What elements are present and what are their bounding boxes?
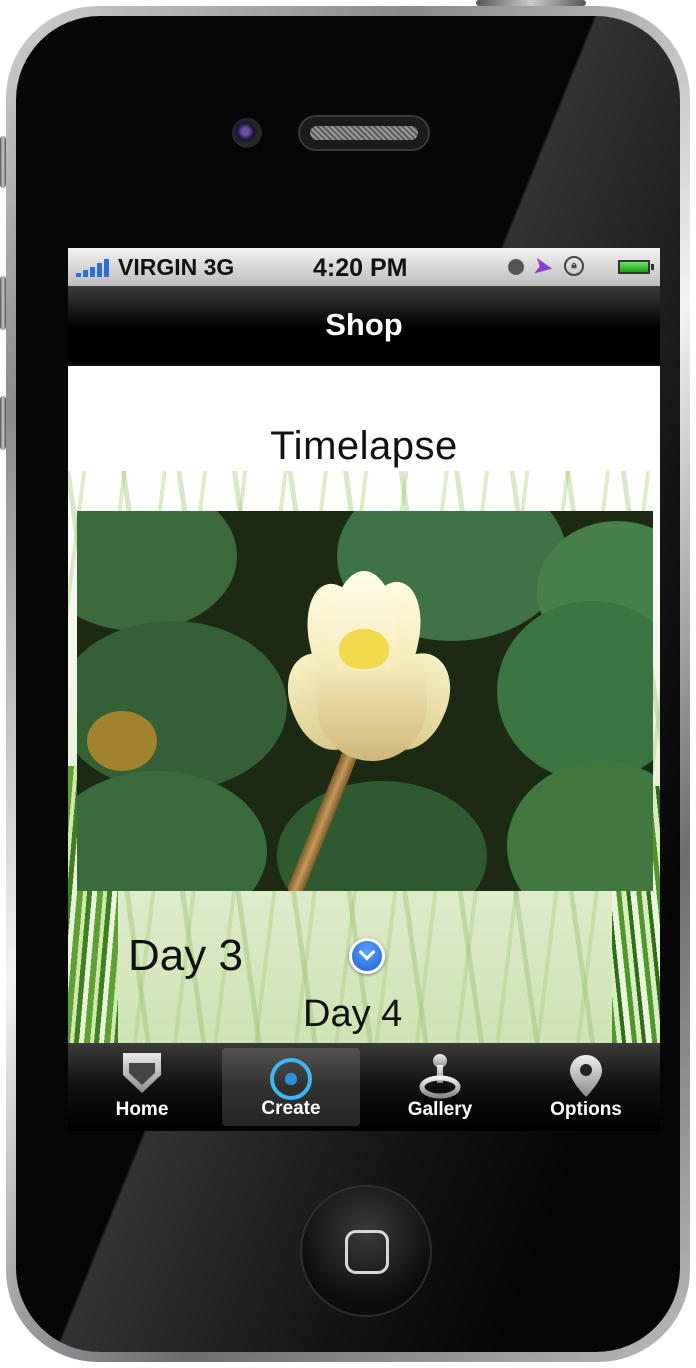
battery-icon [618, 260, 654, 274]
tab-gallery[interactable]: Gallery [366, 1043, 514, 1131]
crosshair-icon [270, 1058, 312, 1100]
status-bar: VIRGIN 3G 4:20 PM ➤ 🔒︎ [68, 248, 660, 286]
chevron-down-icon[interactable] [349, 938, 385, 974]
tab-create[interactable]: Create [222, 1048, 360, 1126]
signal-icon [76, 259, 114, 277]
tab-label: Options [550, 1099, 622, 1120]
joystick-icon [419, 1054, 461, 1099]
navigation-bar: Shop [68, 286, 660, 367]
next-day-option[interactable]: Day 4 [303, 993, 402, 1036]
nav-title: Shop [325, 307, 403, 342]
tab-label: Create [261, 1098, 321, 1119]
lily-pad [77, 771, 267, 891]
front-camera-icon [232, 118, 262, 148]
lily-center [339, 629, 389, 669]
rotation-lock-icon: 🔒︎ [564, 256, 584, 276]
tab-options[interactable]: Options [512, 1043, 660, 1131]
phone-screen: VIRGIN 3G 4:20 PM ➤ 🔒︎ Shop Timelapse Da… [68, 248, 660, 1131]
timelapse-title: Timelapse [270, 424, 458, 468]
tab-label: Gallery [407, 1099, 473, 1120]
status-icons: ➤ 🔒︎ [504, 253, 654, 280]
lily-pad [497, 601, 653, 781]
tab-label: Home [115, 1099, 169, 1120]
volume-up-button [0, 276, 6, 330]
tab-home[interactable]: Home [68, 1043, 216, 1131]
status-time: 4:20 PM [313, 254, 408, 282]
current-day-label: Day 3 [128, 931, 243, 980]
timelapse-view: Timelapse Day 3 Day 4 [68, 366, 660, 1043]
shield-icon [123, 1053, 161, 1093]
home-button[interactable] [300, 1185, 432, 1317]
power-button [476, 0, 586, 6]
mute-switch [0, 136, 6, 188]
lily-pad [77, 511, 237, 631]
lily-pad [507, 761, 653, 891]
home-square-icon [345, 1230, 389, 1274]
network-type: 3G [203, 254, 235, 280]
water-lily-photo[interactable] [77, 511, 653, 891]
location-arrow-icon: ➤ [532, 252, 555, 281]
clock-icon [508, 259, 524, 275]
volume-down-button [0, 396, 6, 450]
earpiece-speaker [298, 115, 430, 151]
carrier-name: VIRGIN 3G [118, 254, 235, 280]
map-pin-icon [570, 1055, 602, 1097]
tab-bar: Home Create Gallery Options [68, 1043, 660, 1131]
dead-leaf [87, 711, 157, 771]
